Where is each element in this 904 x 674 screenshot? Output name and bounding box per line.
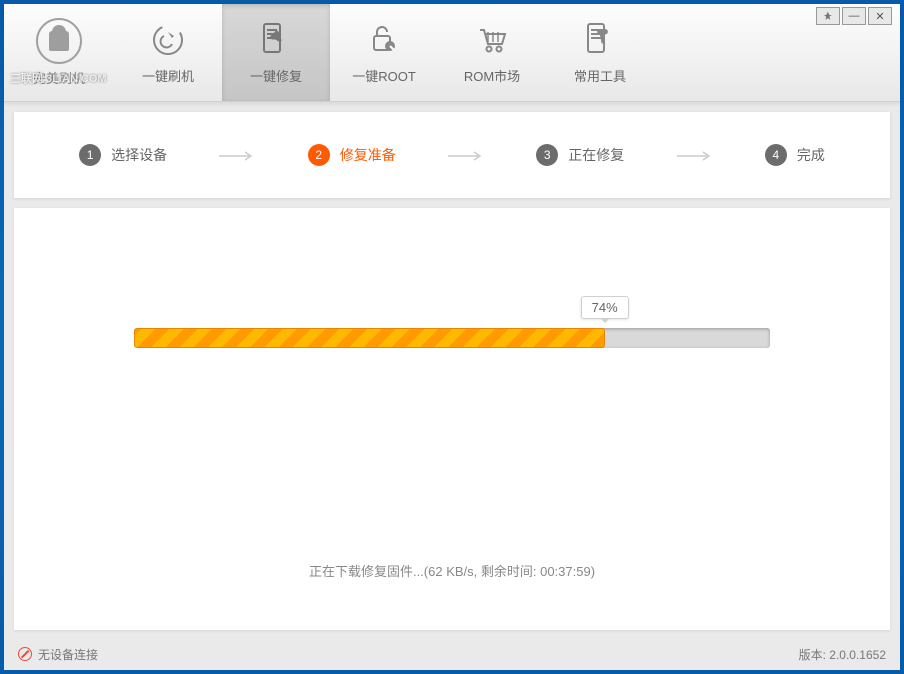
no-device-icon [18,647,32,661]
header-nav: 完美刷机 一键刷机 [4,4,900,102]
arrow-icon [217,149,257,161]
tab-root[interactable]: 一键ROOT [330,4,438,101]
phone-tool-icon [580,20,620,60]
step-num: 3 [536,144,558,166]
version-label: 版本: 2.0.0.1652 [799,646,886,663]
tab-label: 一键刷机 [142,66,194,85]
step-num: 4 [765,144,787,166]
step-label: 修复准备 [340,145,396,165]
steps-bar: 1 选择设备 2 修复准备 3 正在修复 4 完成 [14,112,890,198]
tab-repair[interactable]: 一键修复 [222,4,330,101]
tab-label: 一键ROOT [352,66,416,85]
step-num: 2 [308,144,330,166]
phone-wrench-icon [256,20,296,60]
status-text: 正在下载修复固件...(62 KB/s, 剩余时间: 00:37:59) [14,561,890,580]
arrow-icon [446,149,486,161]
android-logo-icon [36,18,82,64]
progress-badge: 74% [581,296,629,319]
step-num: 1 [79,144,101,166]
step-label: 正在修复 [568,145,624,165]
refresh-icon [150,20,186,60]
step-complete: 4 完成 [765,144,825,166]
device-status: 无设备连接 [38,646,98,663]
tab-label: 常用工具 [574,66,626,85]
tab-tools[interactable]: 常用工具 [546,4,654,101]
tab-flash[interactable]: 一键刷机 [114,4,222,101]
lock-hand-icon [366,20,402,60]
content-panel: 74% 正在下载修复固件...(62 KB/s, 剩余时间: 00:37:59) [14,208,890,630]
window-controls: — ✕ [816,7,892,25]
tab-market[interactable]: ROM市场 [438,4,546,101]
progress-bar [134,328,770,348]
close-button[interactable]: ✕ [868,7,892,25]
step-select-device: 1 选择设备 [79,144,167,166]
footer: 无设备连接 版本: 2.0.0.1652 [8,642,896,666]
minimize-button[interactable]: — [842,7,866,25]
step-prepare: 2 修复准备 [308,144,396,166]
tab-label: 一键修复 [250,66,302,85]
logo-label: 完美刷机 [33,68,85,87]
logo-tab[interactable]: 完美刷机 [4,4,114,101]
pin-button[interactable] [816,7,840,25]
step-label: 完成 [797,145,825,165]
step-label: 选择设备 [111,145,167,165]
tab-label: ROM市场 [464,66,520,85]
arrow-icon [675,149,715,161]
step-repairing: 3 正在修复 [536,144,624,166]
cart-icon [474,20,510,60]
progress-fill [134,328,605,348]
progress-container: 74% [134,328,770,348]
